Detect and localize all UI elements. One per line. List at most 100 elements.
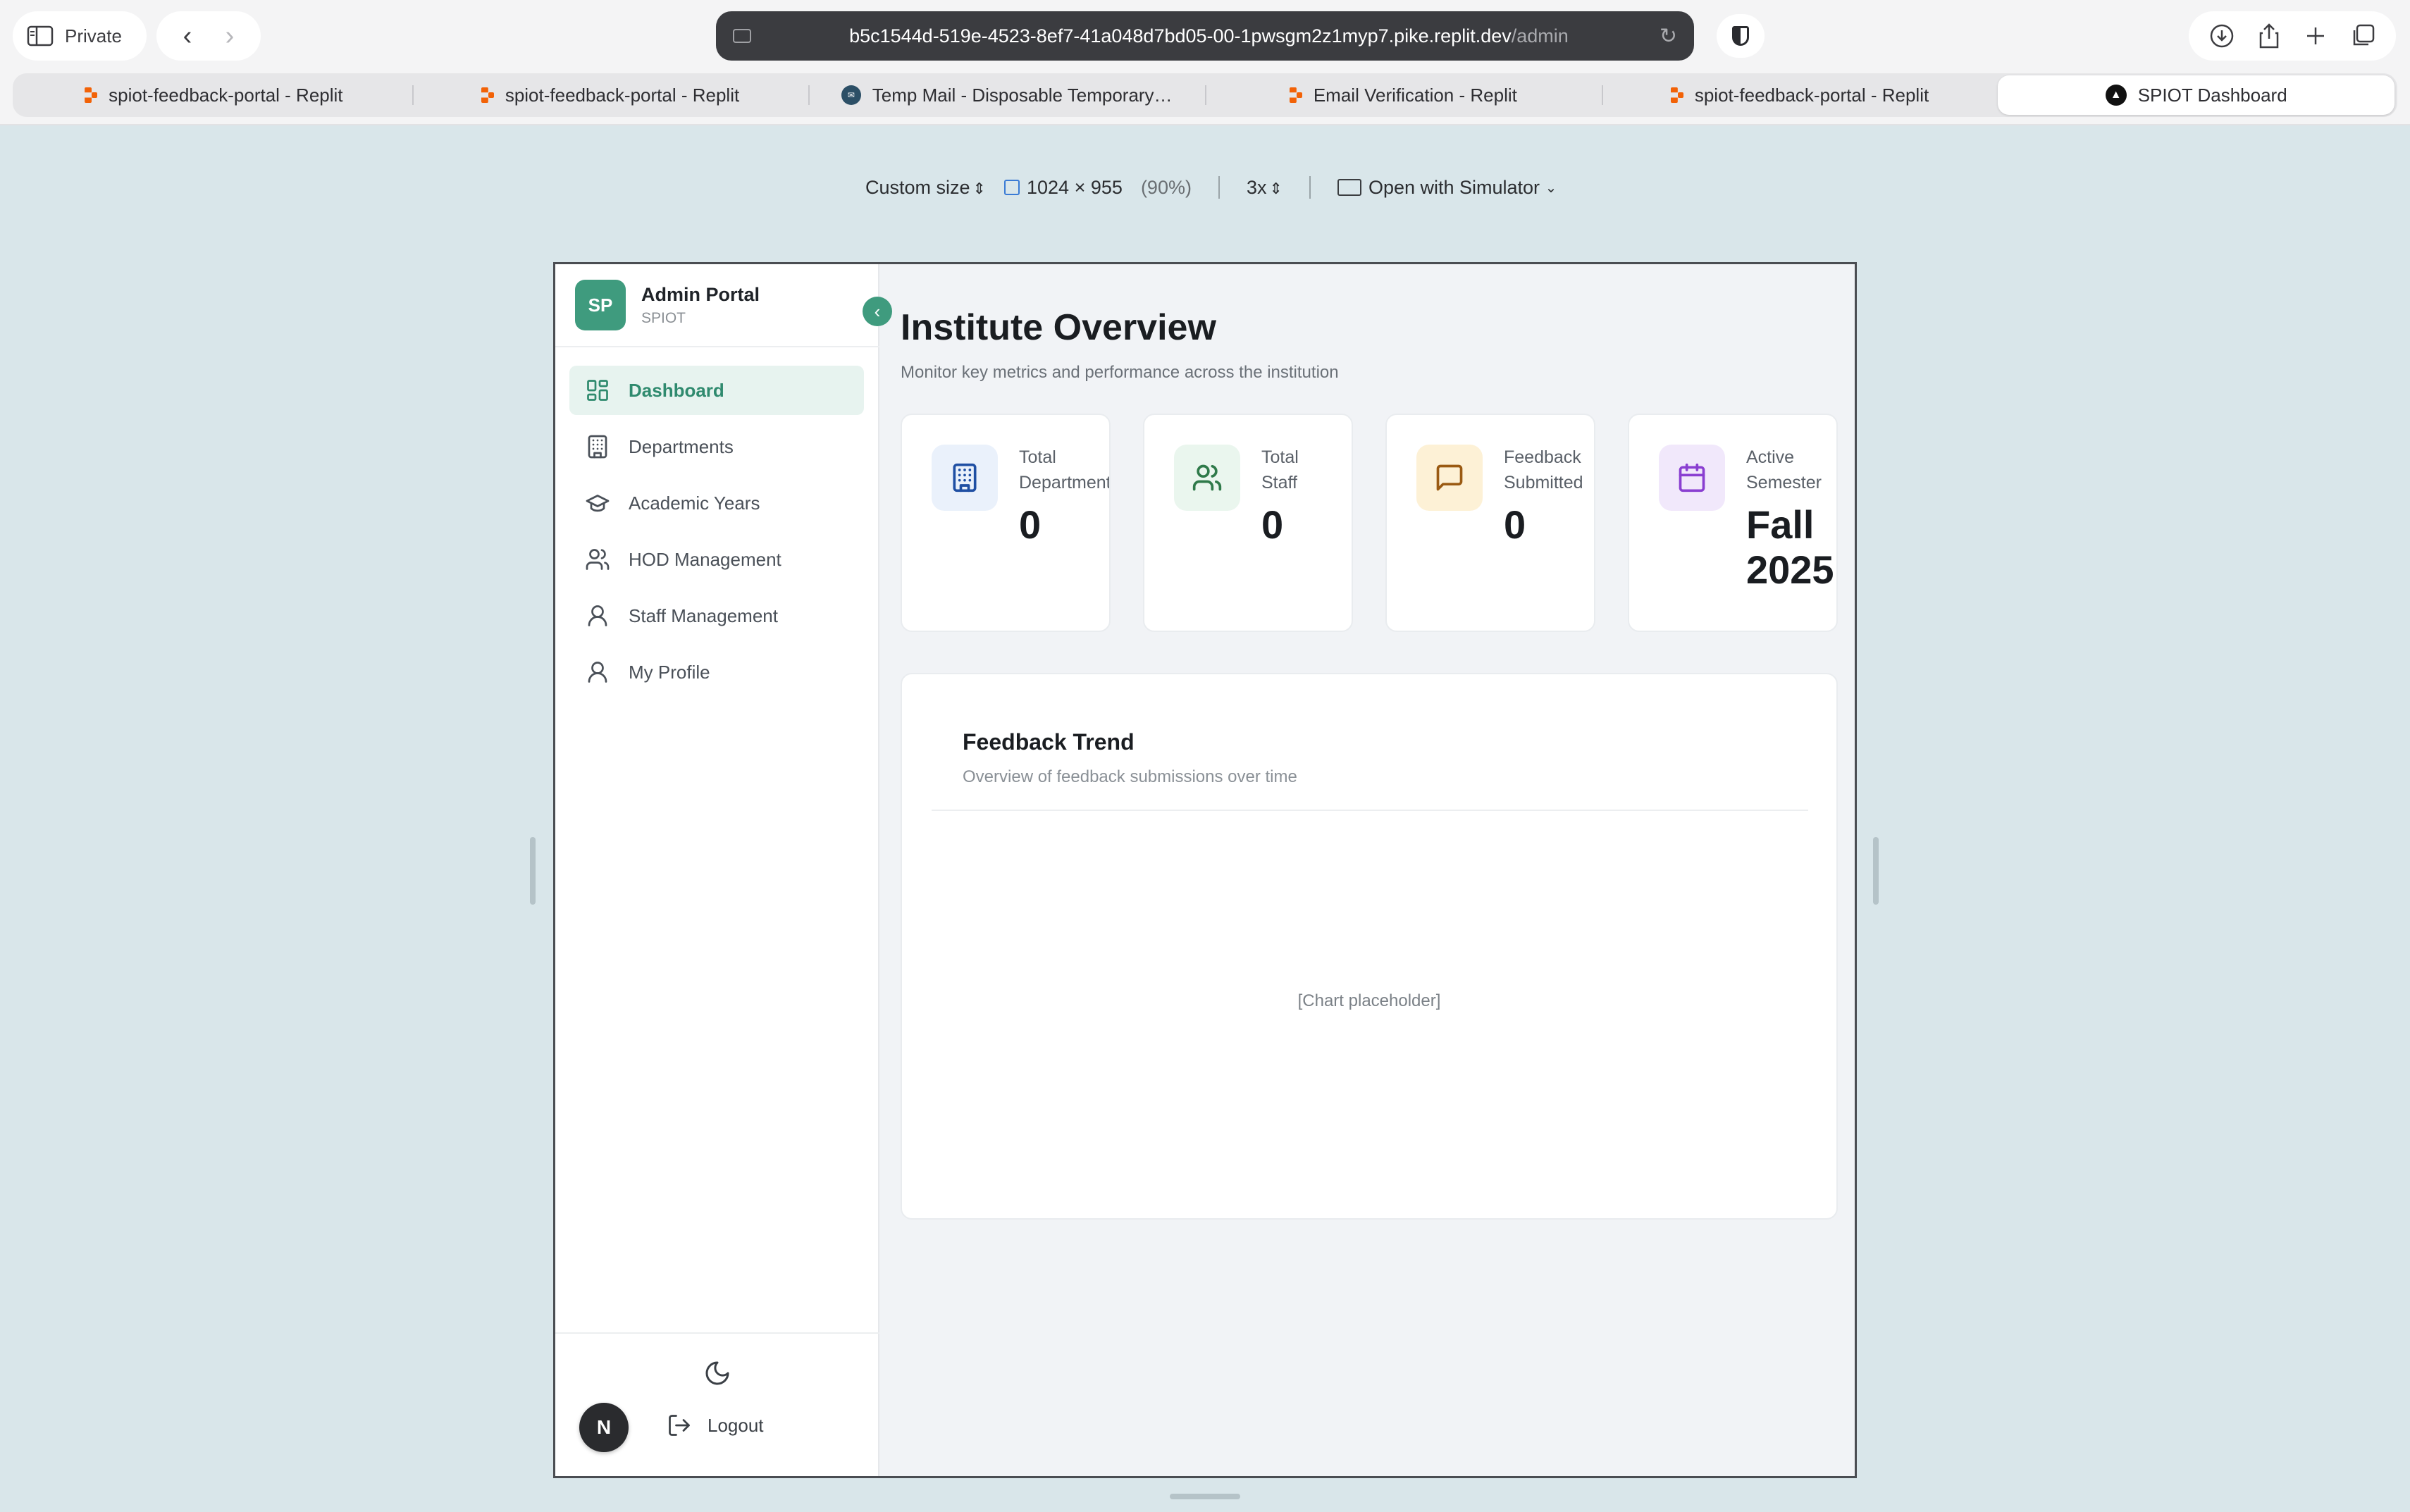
sidebar-nav: Dashboard Departments Academic Years HOD… [569,366,864,704]
stat-icon-box [1416,445,1483,511]
stats-row: Total Departments 0 Total Staff 0 Feedba… [901,414,1838,632]
browser-tab[interactable]: ✉ Temp Mail - Disposable Temporary… [808,75,1205,115]
sidebar-item-label: Staff Management [629,605,778,626]
sidebar-footer: N Logout [555,1332,879,1476]
tab-label: spiot-feedback-portal - Replit [1694,84,1929,106]
site-settings-icon[interactable] [733,29,751,43]
dimensions: 1024 × 955 [1003,177,1123,199]
updown-icon: ⇕ [1269,179,1283,197]
sidebar-item-hod-management[interactable]: HOD Management [569,535,864,584]
browser-tab[interactable]: spiot-feedback-portal - Replit [412,75,809,115]
calendar-icon [1679,463,1705,492]
divider [932,810,1808,811]
share-icon[interactable] [2258,23,2280,49]
tab-overview-icon[interactable] [2350,23,2375,49]
tab-label: spiot-feedback-portal - Replit [505,84,740,106]
url-text: b5c1544d-519e-4523-8ef7-41a048d7bd05-00-… [758,25,1660,47]
stat-label: Total Staff [1261,447,1299,492]
spiot-icon: ▲ [2105,85,2127,106]
tab-label: SPIOT Dashboard [2137,84,2287,106]
brand-title: Admin Portal [641,283,760,305]
replit-icon [85,87,98,103]
logout-icon [669,1415,690,1436]
stat-icon-box [1174,445,1240,511]
tab-label: Email Verification - Replit [1313,84,1517,106]
card-subtitle: Overview of feedback submissions over ti… [963,767,1297,786]
sidebar-item-label: Academic Years [629,492,760,514]
forward-icon[interactable]: › [225,23,235,49]
tab-label: spiot-feedback-portal - Replit [109,84,343,106]
message-icon [1436,464,1463,491]
rotate-icon[interactable] [1003,180,1020,195]
collapse-sidebar-button[interactable]: ‹ [863,297,892,326]
browser-tab[interactable]: Email Verification - Replit [1205,75,1602,115]
building-icon [953,463,977,492]
replit-icon [1290,87,1302,103]
stat-value: 0 [1261,502,1284,547]
sidebar-item-academic-years[interactable]: Academic Years [569,478,864,528]
browser-tab-active[interactable]: ▲ SPIOT Dashboard [1998,75,2395,115]
main-header: Institute Overview Monitor key metrics a… [901,306,1838,383]
divider [1218,176,1220,199]
moon-icon[interactable] [703,1359,731,1387]
resize-handle-right[interactable] [1873,837,1879,905]
toolbar-actions [2189,11,2396,61]
resize-handle-bottom[interactable] [1170,1494,1240,1499]
replit-icon [1671,87,1683,103]
address-bar[interactable]: b5c1544d-519e-4523-8ef7-41a048d7bd05-00-… [716,11,1694,61]
brand-logo: SP [575,280,626,330]
sidebar-item-dashboard[interactable]: Dashboard [569,366,864,415]
sidebar-item-staff-management[interactable]: Staff Management [569,591,864,640]
tempmail-icon: ✉ [841,85,861,105]
chart-placeholder: [Chart placeholder] [1297,991,1441,1010]
device-icon [1337,179,1361,196]
brand-subtitle: SPIOT [641,309,686,326]
back-icon[interactable]: ‹ [183,23,192,49]
stat-icon-box [1659,445,1725,511]
url-path: /admin [1511,25,1569,47]
nav-buttons: ‹ › [156,11,261,61]
download-icon[interactable] [2209,23,2235,49]
stat-icon-box [932,445,998,511]
updown-icon: ⇕ [972,179,986,197]
width-value[interactable]: 1024 [1027,177,1069,199]
privacy-shield-button[interactable] [1717,14,1765,58]
open-simulator-button[interactable]: Open with Simulator ⌄ [1337,177,1557,199]
simulator-toolbar: Custom size ⇕ 1024 × 955 (90%) 3x ⇕ Open w… [865,171,1557,204]
stat-value: 0 [1504,502,1526,547]
scale-select[interactable]: 3x ⇕ [1247,177,1283,199]
sidebar-icon [27,25,54,47]
divider [1309,176,1311,199]
tab-strip: spiot-feedback-portal - Replit spiot-fee… [13,73,2397,117]
stat-label: Feedback Submitted [1504,447,1583,492]
sidebar-brand: SP Admin Portal SPIOT [555,264,879,347]
page-title: Institute Overview [901,307,1216,348]
zoom-value: (90%) [1140,176,1192,198]
graduation-cap-icon [586,495,610,512]
stat-card-staff: Total Staff 0 [1143,414,1353,632]
scale-label: 3x [1246,176,1267,198]
height-value[interactable]: 955 [1091,177,1123,199]
new-tab-icon[interactable] [2304,25,2327,47]
sidebar-item-my-profile[interactable]: My Profile [569,647,864,697]
tab-label: Temp Mail - Disposable Temporary… [872,84,1173,106]
sidebar-toggle-button[interactable]: Private [13,11,147,61]
user-icon [588,662,607,683]
logout-label: Logout [707,1414,764,1436]
sidebar: SP Admin Portal SPIOT Dashboard Departme… [555,264,879,1476]
user-icon [588,605,607,626]
sidebar-item-label: Dashboard [629,379,724,401]
avatar[interactable]: N [579,1403,629,1452]
sidebar-item-departments[interactable]: Departments [569,422,864,471]
browser-tab[interactable]: spiot-feedback-portal - Replit [16,75,412,115]
size-select[interactable]: Custom size ⇕ [865,177,986,199]
app-viewport: SP Admin Portal SPIOT Dashboard Departme… [553,262,1857,1478]
url-host: b5c1544d-519e-4523-8ef7-41a048d7bd05-00-… [849,25,1512,47]
stat-label: Total Departments [1019,447,1111,492]
logout-button[interactable]: Logout [667,1413,764,1438]
reload-icon[interactable]: ↻ [1660,24,1677,49]
browser-tab[interactable]: spiot-feedback-portal - Replit [1601,75,1998,115]
building-icon [588,435,607,459]
resize-handle-left[interactable] [530,837,536,905]
sidebar-item-label: Departments [629,435,734,457]
